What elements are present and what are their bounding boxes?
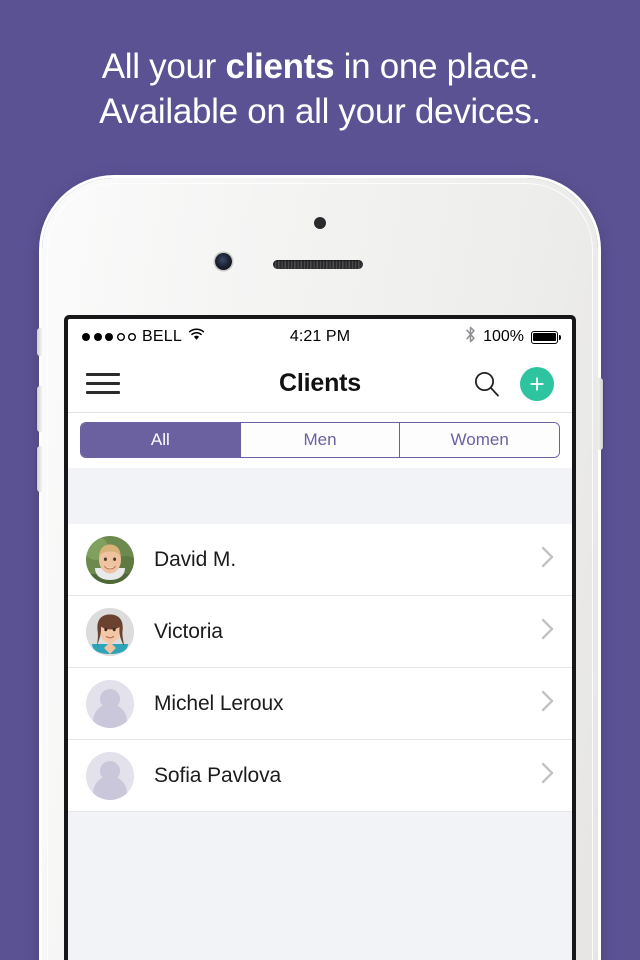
carrier-label: BELL	[142, 328, 182, 345]
avatar	[86, 607, 134, 656]
client-name: Victoria	[154, 619, 223, 643]
status-bar-right: 100%	[465, 326, 561, 348]
earpiece-speaker-icon	[273, 260, 363, 269]
signal-dot-empty	[117, 333, 125, 341]
bluetooth-icon	[465, 326, 476, 348]
list-item[interactable]: Sofia Pavlova	[68, 740, 572, 812]
headline-line1-pre: All your	[101, 47, 226, 86]
hamburger-bar	[86, 391, 120, 394]
volume-up-button[interactable]	[37, 386, 42, 432]
list-empty-area	[68, 812, 572, 960]
list-item[interactable]: Victoria	[68, 596, 572, 668]
hamburger-bar	[86, 373, 120, 376]
client-name: Sofia Pavlova	[154, 763, 282, 787]
avatar	[86, 535, 134, 584]
list-top-spacer	[68, 468, 572, 524]
chevron-right-icon	[540, 544, 556, 575]
wifi-icon	[188, 328, 205, 346]
placeholder-body	[93, 704, 127, 728]
battery-percent-label: 100%	[483, 328, 524, 345]
segment-all[interactable]: All	[81, 423, 241, 457]
navigation-bar: Clients	[68, 355, 572, 413]
headline-line-2: Available on all your devices.	[99, 92, 541, 131]
filter-bar: All Men Women	[68, 413, 572, 468]
power-button[interactable]	[598, 378, 603, 450]
screen-bezel: BELL 4:21 PM 100% Clients All Men Women …	[64, 315, 576, 960]
signal-strength-icon	[82, 333, 136, 341]
headline-line1-post: in one place.	[334, 47, 539, 86]
placeholder-body	[93, 776, 127, 800]
hamburger-bar	[86, 382, 120, 385]
client-list: David M. Victoria Michel Leroux Sofia Pa…	[68, 524, 572, 812]
add-client-button[interactable]	[520, 366, 554, 401]
client-name: Michel Leroux	[154, 691, 284, 715]
signal-dot-filled	[82, 333, 90, 341]
list-item[interactable]: Michel Leroux	[68, 668, 572, 740]
phone-screen: BELL 4:21 PM 100% Clients All Men Women …	[68, 319, 572, 960]
chevron-right-icon	[540, 616, 556, 647]
signal-dot-empty	[128, 333, 136, 341]
status-bar: BELL 4:21 PM 100%	[68, 319, 572, 355]
headline-line-1: All your clients in one place.	[0, 44, 640, 89]
battery-icon	[531, 330, 561, 344]
proximity-sensor-icon	[314, 217, 326, 229]
navigation-bar-actions	[472, 366, 554, 401]
plus-icon	[530, 376, 544, 391]
segmented-control: All Men Women	[80, 422, 560, 458]
photo-avatar-male	[86, 535, 134, 584]
client-name: David M.	[154, 547, 237, 571]
placeholder-avatar-icon	[86, 679, 134, 728]
avatar	[86, 679, 134, 728]
search-icon[interactable]	[472, 369, 502, 399]
avatar	[86, 751, 134, 800]
headline-line1-bold: clients	[225, 47, 335, 86]
signal-dot-filled	[105, 333, 113, 341]
chevron-right-icon	[540, 760, 556, 791]
volume-down-button[interactable]	[37, 446, 42, 492]
status-bar-left: BELL	[82, 328, 205, 346]
segment-women[interactable]: Women	[400, 423, 559, 457]
chevron-right-icon	[540, 688, 556, 719]
hamburger-menu-icon[interactable]	[86, 367, 120, 400]
silent-switch[interactable]	[37, 328, 42, 356]
placeholder-avatar-icon	[86, 751, 134, 800]
signal-dot-filled	[93, 333, 102, 341]
photo-avatar-female	[86, 607, 134, 656]
front-camera-icon	[215, 253, 232, 270]
list-item[interactable]: David M.	[68, 524, 572, 596]
marketing-headline: All your clients in one place. Available…	[0, 44, 640, 134]
phone-device-mockup: BELL 4:21 PM 100% Clients All Men Women …	[37, 178, 603, 960]
segment-men[interactable]: Men	[240, 423, 401, 457]
